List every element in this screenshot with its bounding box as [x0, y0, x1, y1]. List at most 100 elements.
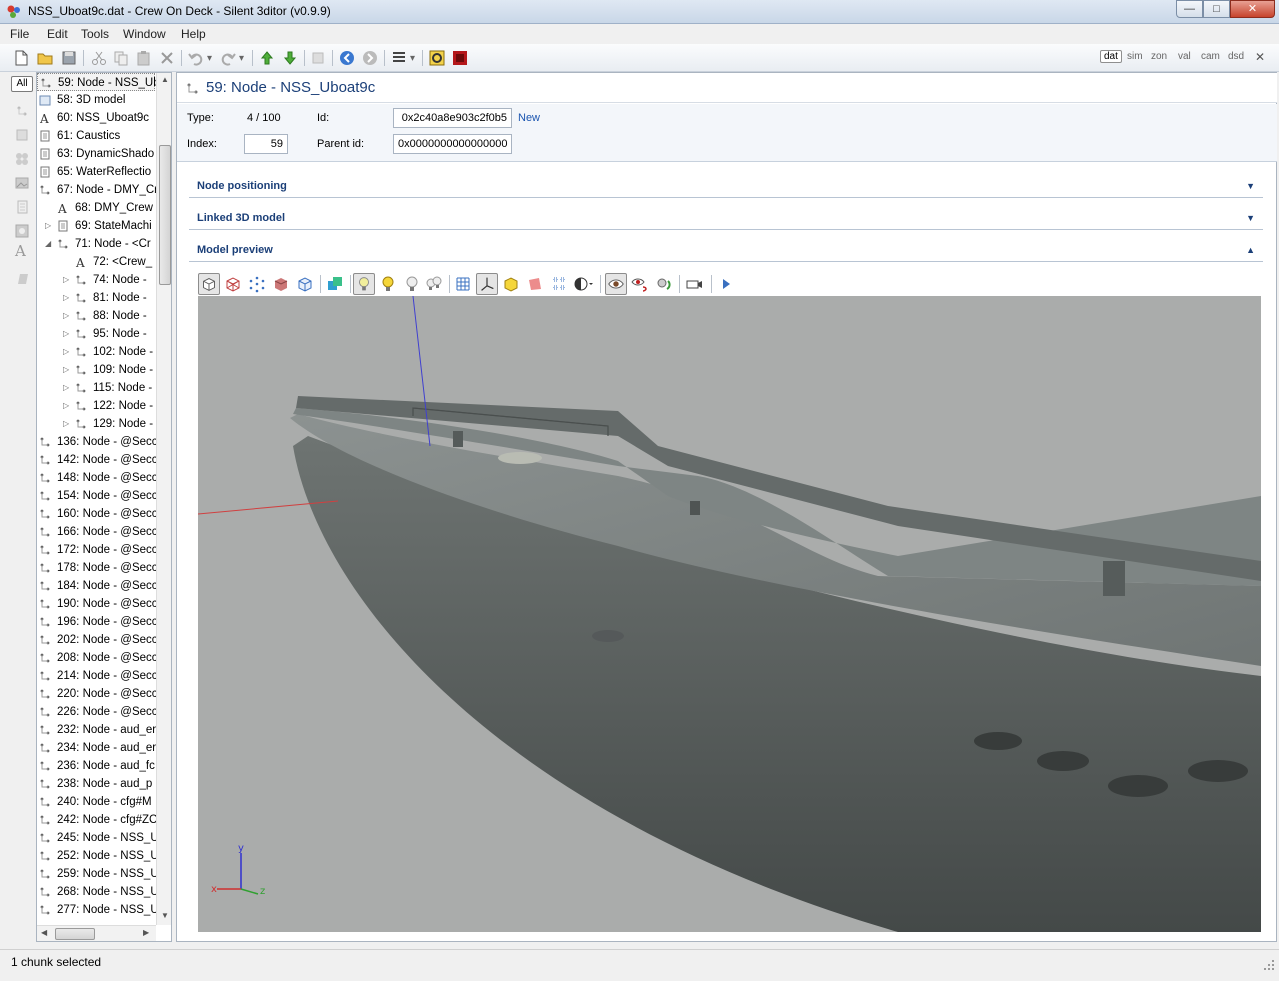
- multi-light-icon[interactable]: [423, 273, 445, 295]
- light-off-icon[interactable]: [401, 273, 423, 295]
- tree-item[interactable]: 142: Node - @Secc: [37, 451, 158, 469]
- tree-item[interactable]: ▷ 122: Node -: [37, 397, 155, 415]
- paste-icon[interactable]: [135, 49, 153, 67]
- id-field[interactable]: 0x2c40a8e903c2f0b5: [393, 108, 512, 128]
- tab-cam[interactable]: cam: [1201, 51, 1220, 62]
- tree-item[interactable]: 242: Node - cfg#ZC: [37, 811, 157, 829]
- menu-file[interactable]: File: [10, 27, 29, 41]
- tree-item[interactable]: ▷ 81: Node -: [37, 289, 155, 307]
- tree-item[interactable]: 196: Node - @Secc: [37, 613, 158, 631]
- section-node-positioning[interactable]: Node positioning ▼: [189, 176, 1263, 198]
- material-filter-icon[interactable]: [15, 152, 29, 166]
- tree-expander-icon[interactable]: ▷: [63, 271, 69, 289]
- save-icon[interactable]: [60, 49, 78, 67]
- tree-item[interactable]: ▷ 102: Node -: [37, 343, 155, 361]
- model-preview-viewport[interactable]: y x z: [198, 296, 1261, 932]
- view-settings-icon[interactable]: [629, 273, 651, 295]
- undo-icon[interactable]: [187, 49, 205, 67]
- scroll-right-icon[interactable]: ▶: [143, 928, 149, 937]
- tree-item[interactable]: 190: Node - @Secc: [37, 595, 158, 613]
- list-view-dropdown-icon[interactable]: ▾: [410, 53, 415, 64]
- tree-item[interactable]: 208: Node - @Secc: [37, 649, 158, 667]
- tree-item[interactable]: 238: Node - aud_p: [37, 775, 155, 793]
- tree-expander-icon[interactable]: ▷: [63, 379, 69, 397]
- scroll-left-icon[interactable]: ◀: [41, 928, 47, 937]
- tree-item[interactable]: 67: Node - DMY_Cr: [37, 181, 158, 199]
- tree-item[interactable]: 226: Node - @Secc: [37, 703, 158, 721]
- tab-dsd[interactable]: dsd: [1228, 51, 1244, 62]
- texture-filter-icon[interactable]: [15, 176, 29, 190]
- hscroll-thumb[interactable]: [55, 928, 95, 940]
- tree-item[interactable]: 232: Node - aud_er: [37, 721, 156, 739]
- scroll-thumb[interactable]: [159, 145, 171, 285]
- play-icon[interactable]: [715, 273, 737, 295]
- tree-item[interactable]: ▷ 129: Node -: [37, 415, 155, 433]
- tree-expander-icon[interactable]: ◢: [45, 235, 51, 253]
- misc-filter-icon[interactable]: [15, 272, 29, 286]
- tree-item[interactable]: 240: Node - cfg#M: [37, 793, 155, 811]
- tree-item[interactable]: A 68: DMY_Crew: [37, 199, 155, 217]
- cut-icon[interactable]: [90, 49, 108, 67]
- menu-window[interactable]: Window: [123, 27, 166, 41]
- label-filter-icon[interactable]: A: [15, 242, 29, 260]
- tree-horizontal-scrollbar[interactable]: ◀ ▶: [37, 925, 156, 941]
- rotate-icon[interactable]: [653, 273, 675, 295]
- model-icon[interactable]: [451, 49, 469, 67]
- tree-item[interactable]: 166: Node - @Secc: [37, 523, 158, 541]
- model-filter-icon[interactable]: [15, 128, 29, 142]
- tree-item[interactable]: ▷ 95: Node -: [37, 325, 155, 343]
- tree-item[interactable]: ◢ 71: Node - <Cr: [37, 235, 155, 253]
- copy-icon[interactable]: [112, 49, 130, 67]
- shading-dropdown-icon[interactable]: [572, 273, 594, 295]
- expand-icon[interactable]: ▼: [1246, 213, 1255, 223]
- plugin-icon[interactable]: [428, 49, 446, 67]
- controller-filter-icon[interactable]: [15, 224, 29, 238]
- yellow-box-icon[interactable]: [500, 273, 522, 295]
- tree-item[interactable]: 63: DynamicShado: [37, 145, 155, 163]
- tree-item[interactable]: 154: Node - @Secc: [37, 487, 158, 505]
- scroll-down-icon[interactable]: ▼: [161, 911, 169, 920]
- delete-icon[interactable]: [158, 49, 176, 67]
- vertices-icon[interactable]: [246, 273, 268, 295]
- tree-expander-icon[interactable]: ▷: [63, 361, 69, 379]
- tree-item[interactable]: 61: Caustics: [37, 127, 155, 145]
- new-id-link[interactable]: New: [518, 112, 540, 124]
- textured-cube-icon[interactable]: [294, 273, 316, 295]
- tree-vertical-scrollbar[interactable]: ▲ ▼: [156, 73, 171, 925]
- collapse-icon[interactable]: ▲: [1246, 245, 1255, 255]
- bounding-box-icon[interactable]: [198, 273, 220, 295]
- tree-item[interactable]: 58: 3D model: [37, 91, 155, 109]
- light-icon[interactable]: [377, 273, 399, 295]
- tree-item[interactable]: ▷ 88: Node -: [37, 307, 155, 325]
- index-field[interactable]: 59: [244, 134, 288, 154]
- new-file-icon[interactable]: [12, 49, 30, 67]
- tree-item[interactable]: 160: Node - @Secc: [37, 505, 158, 523]
- menu-tools[interactable]: Tools: [81, 27, 109, 41]
- tab-zon[interactable]: zon: [1151, 51, 1167, 62]
- tree-item[interactable]: 172: Node - @Secc: [37, 541, 158, 559]
- tree-expander-icon[interactable]: ▷: [63, 289, 69, 307]
- section-model-preview[interactable]: Model preview ▲: [189, 240, 1263, 262]
- tree-item[interactable]: 136: Node - @Secc: [37, 433, 158, 451]
- tree-item[interactable]: 268: Node - NSS_U: [37, 883, 159, 901]
- forward-icon[interactable]: [361, 49, 379, 67]
- axes-icon[interactable]: [476, 273, 498, 295]
- document-filter-icon[interactable]: [15, 200, 29, 214]
- tree-item[interactable]: 184: Node - @Secc: [37, 577, 158, 595]
- tree-item[interactable]: 259: Node - NSS_U: [37, 865, 159, 883]
- undo-dropdown-icon[interactable]: ▾: [207, 53, 212, 64]
- resize-grip-icon[interactable]: [1263, 959, 1275, 971]
- tab-dat[interactable]: dat: [1100, 50, 1122, 63]
- tree-item[interactable]: A 60: NSS_Uboat9c: [37, 109, 155, 127]
- tree-item[interactable]: 178: Node - @Secc: [37, 559, 158, 577]
- close-button[interactable]: ✕: [1230, 0, 1275, 18]
- light-on-icon[interactable]: [353, 273, 375, 295]
- node-filter-icon[interactable]: [15, 104, 29, 118]
- tool-icon[interactable]: [309, 49, 327, 67]
- filter-all-button[interactable]: All: [11, 76, 33, 92]
- list-view-icon[interactable]: [390, 49, 408, 67]
- scroll-up-icon[interactable]: ▲: [161, 75, 169, 84]
- open-folder-icon[interactable]: [36, 49, 54, 67]
- tree-item[interactable]: 245: Node - NSS_U: [37, 829, 159, 847]
- redo-dropdown-icon[interactable]: ▾: [239, 53, 244, 64]
